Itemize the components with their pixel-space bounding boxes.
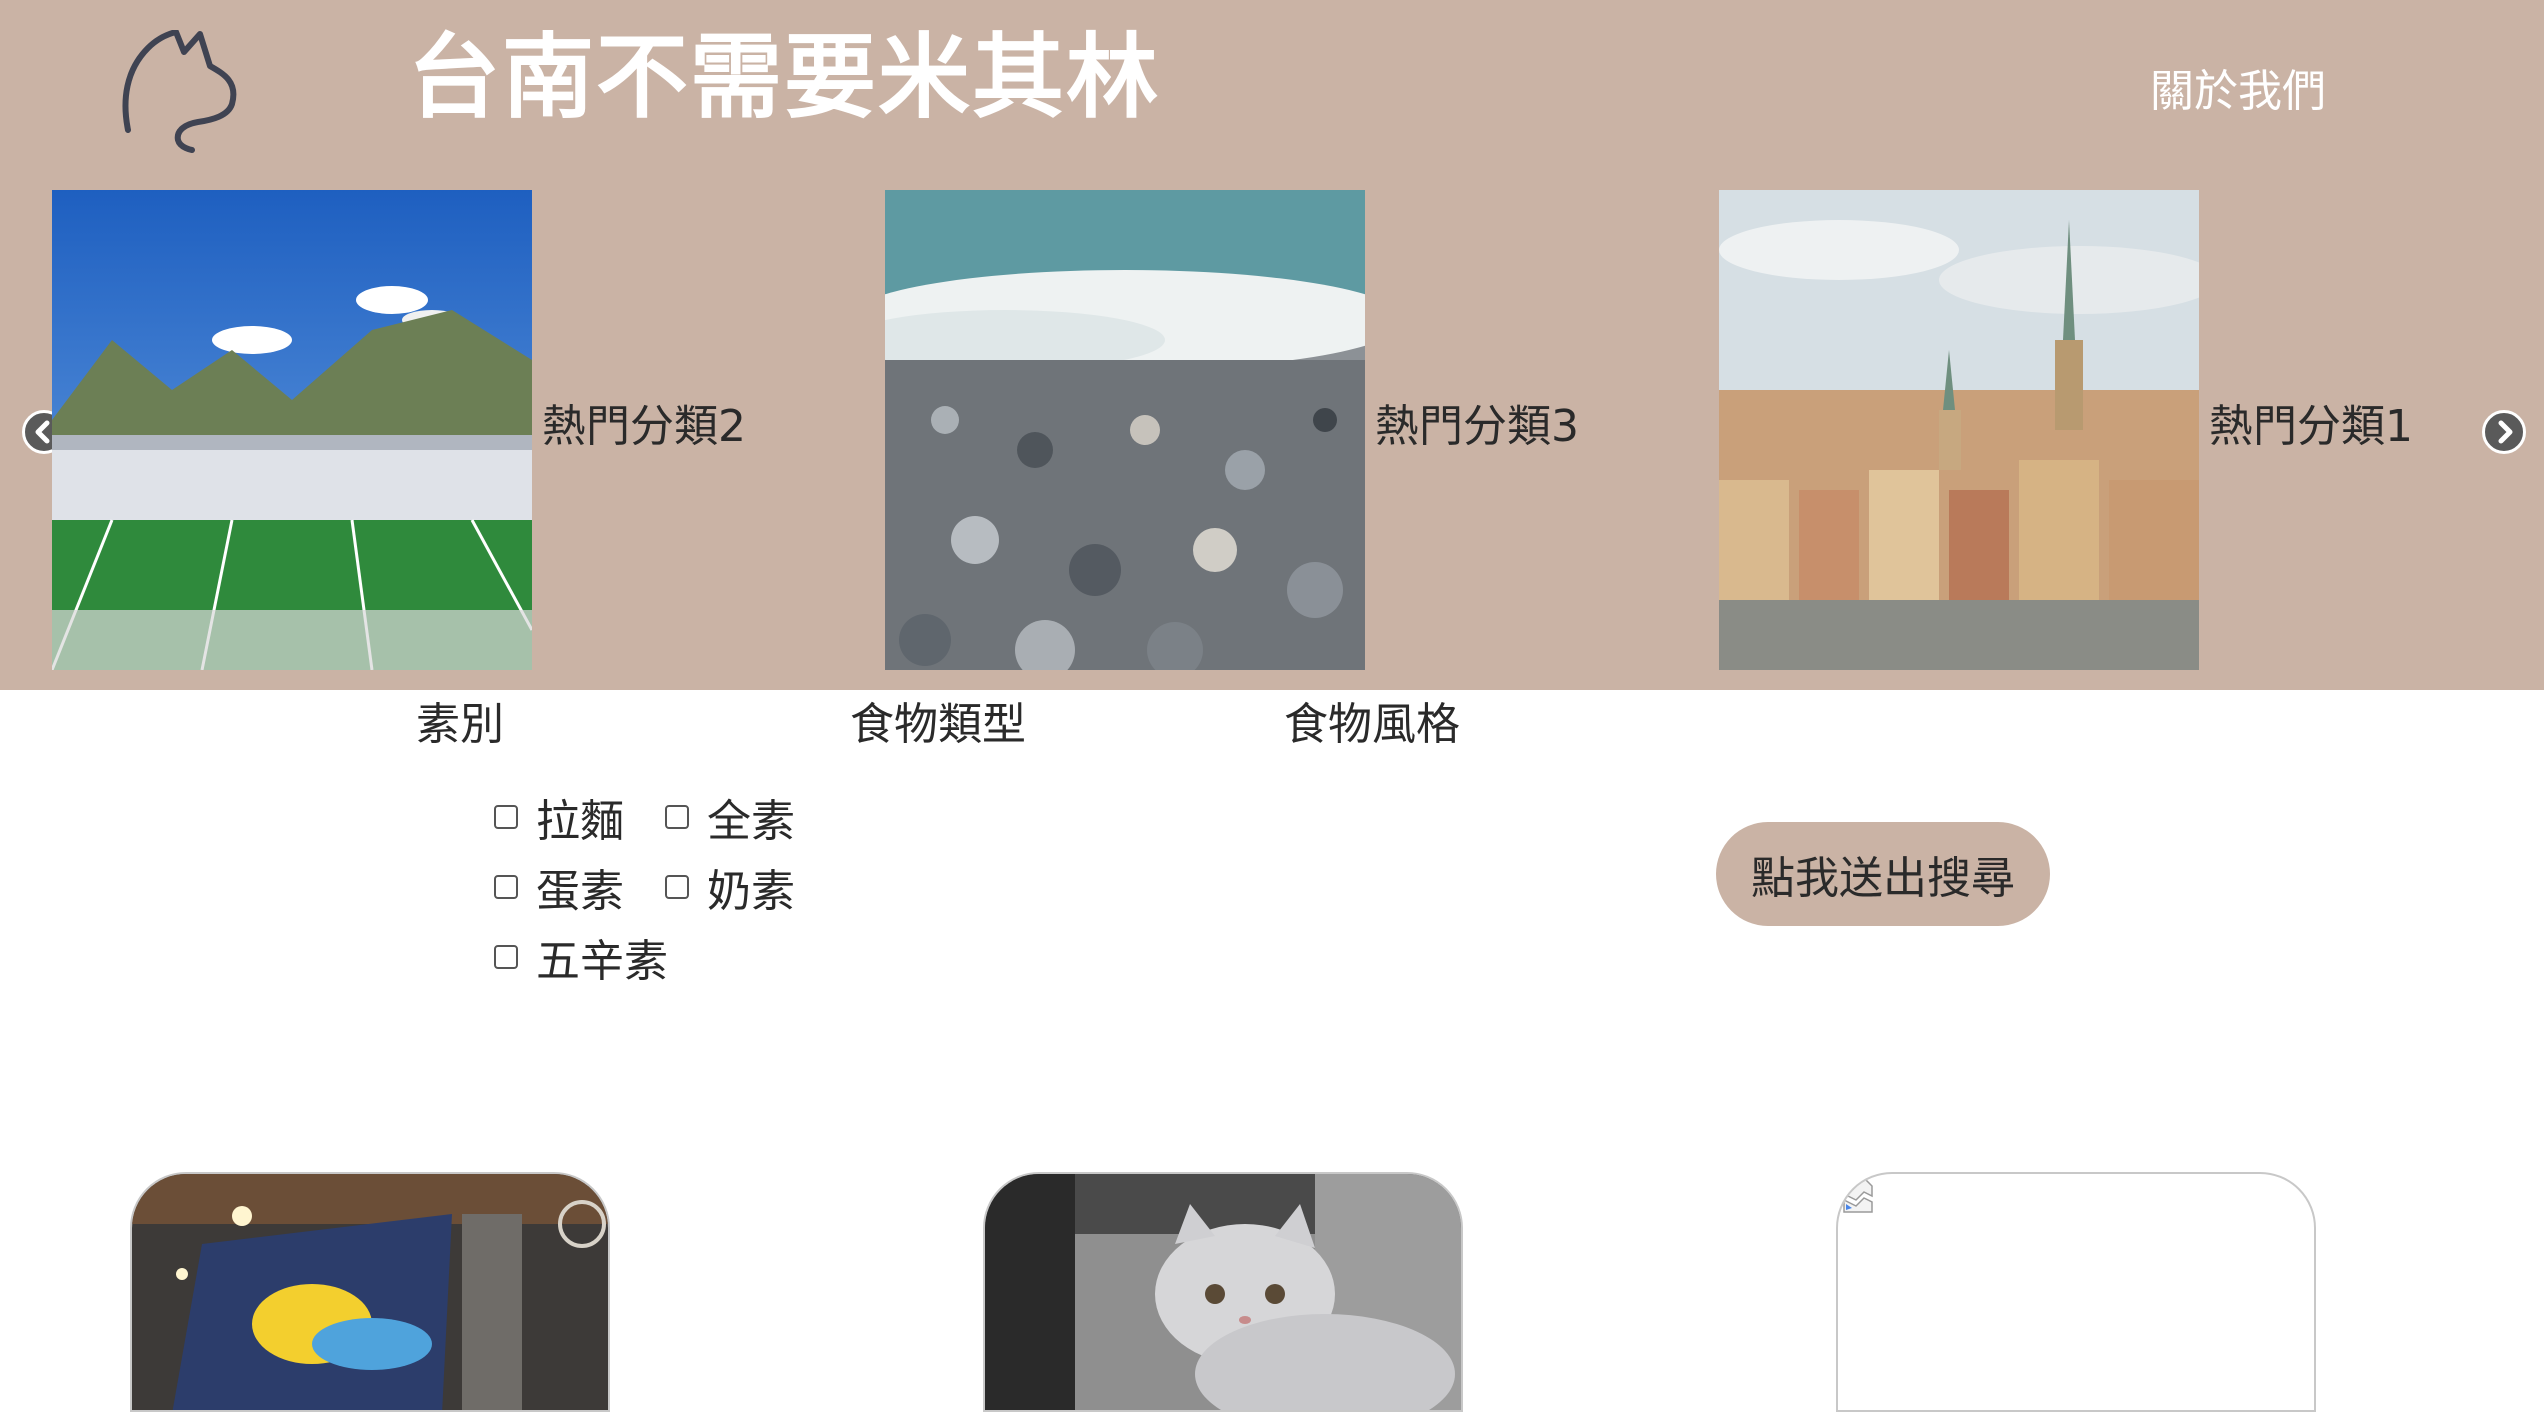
checkbox-label: 全素 bbox=[707, 796, 795, 847]
checkbox-option[interactable]: 蛋素 bbox=[494, 857, 624, 917]
slide-label: 熱門分類2 bbox=[542, 401, 746, 452]
checkbox[interactable] bbox=[494, 805, 518, 829]
chevron-right-icon bbox=[2498, 420, 2513, 444]
checkbox-label: 拉麵 bbox=[536, 796, 624, 847]
pebble-beach-photo bbox=[885, 190, 1365, 670]
result-card[interactable] bbox=[983, 1172, 1463, 1412]
carousel-slide[interactable]: 熱門分類1 bbox=[1719, 190, 2439, 670]
slide-label: 熱門分類1 bbox=[2209, 401, 2413, 452]
checkbox-option[interactable]: 全素 bbox=[665, 787, 795, 847]
checkbox-label: 蛋素 bbox=[536, 866, 624, 917]
about-us-link[interactable]: 關於我們 bbox=[2150, 62, 2326, 122]
checkbox[interactable] bbox=[494, 945, 518, 969]
filter-heading-food-type: 食物類型 bbox=[850, 699, 1026, 750]
carousel-next-button[interactable] bbox=[2482, 410, 2526, 454]
european-city-skyline-photo bbox=[1719, 190, 2199, 670]
hero-banner: 台南不需要米其林 關於我們 熱門分類2 熱門分類3 熱門分類1 bbox=[0, 0, 2544, 690]
checkbox-option[interactable]: 五辛素 bbox=[494, 927, 668, 987]
stadium-crowd-photo bbox=[52, 190, 532, 670]
checkbox-option[interactable]: 奶素 bbox=[665, 857, 795, 917]
filter-heading-food-style: 食物風格 bbox=[1284, 699, 1460, 750]
grey-cat-photo bbox=[985, 1174, 1461, 1410]
submit-search-button[interactable]: 點我送出搜尋 bbox=[1716, 822, 2050, 926]
slide-label: 熱門分類3 bbox=[1375, 401, 1579, 452]
ramen-shop-interior-photo bbox=[132, 1174, 608, 1410]
cat-outline-icon[interactable] bbox=[120, 30, 250, 155]
checkbox[interactable] bbox=[665, 875, 689, 899]
site-title: 台南不需要米其林 bbox=[408, 24, 1161, 131]
carousel-slide[interactable]: 熱門分類2 bbox=[52, 190, 772, 670]
checkbox[interactable] bbox=[494, 875, 518, 899]
result-card[interactable] bbox=[130, 1172, 610, 1412]
broken-image-icon bbox=[1843, 1179, 1873, 1213]
checkbox-option[interactable]: 拉麵 bbox=[494, 787, 624, 847]
carousel-slide[interactable]: 熱門分類3 bbox=[885, 190, 1605, 670]
filter-heading-diet: 素別 bbox=[416, 699, 504, 750]
checkbox[interactable] bbox=[665, 805, 689, 829]
checkbox-label: 奶素 bbox=[707, 866, 795, 917]
checkbox-label: 五辛素 bbox=[536, 936, 668, 987]
result-card[interactable] bbox=[1836, 1172, 2316, 1412]
